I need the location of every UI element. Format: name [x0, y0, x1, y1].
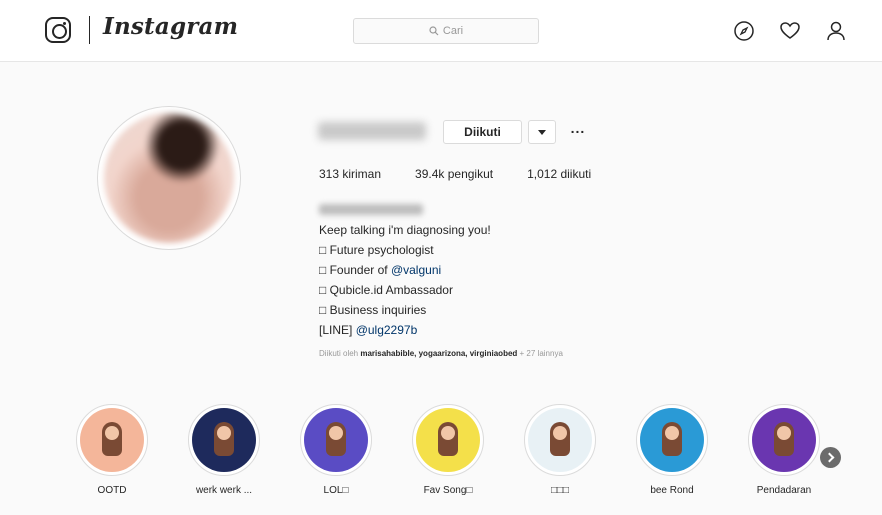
highlight-item[interactable]: Pendadaran — [734, 404, 834, 496]
user-icon[interactable] — [825, 20, 847, 42]
highlight-cover — [640, 408, 704, 472]
stat-posts: 313 kiriman — [319, 167, 382, 181]
avatar-photo — [104, 113, 234, 243]
followed-by[interactable]: Diikuti oleh marisahabible, yogaarizona,… — [319, 349, 563, 358]
heart-icon[interactable] — [779, 20, 801, 42]
bio-line-prefix: [LINE] — [319, 323, 356, 337]
bio-line: Keep talking i'm diagnosing you! — [319, 223, 491, 237]
highlight-item[interactable]: OOTD — [62, 404, 162, 496]
highlight-item[interactable]: werk werk ... — [174, 404, 274, 496]
top-nav-bar: Instagram Cari — [0, 0, 882, 62]
bio-mention-link[interactable]: @valguni — [391, 263, 441, 277]
search-icon — [429, 26, 439, 36]
highlight-label: bee Rond — [650, 485, 694, 496]
logo-divider — [89, 16, 90, 44]
highlight-label: werk werk ... — [195, 485, 253, 496]
highlight-item[interactable]: Fav Song□ — [398, 404, 498, 496]
highlight-ring — [76, 404, 148, 476]
highlight-ring — [300, 404, 372, 476]
full-name-blurred — [319, 204, 423, 215]
bio-line: [LINE] @ulg2297b — [319, 320, 491, 340]
highlight-ring — [524, 404, 596, 476]
stat-followers[interactable]: 39.4k pengikut — [415, 167, 493, 181]
next-arrow-icon[interactable] — [820, 447, 841, 468]
instagram-wordmark[interactable]: Instagram — [103, 13, 238, 40]
bio-line: □ Future psychologist — [319, 243, 434, 257]
highlight-cover — [752, 408, 816, 472]
followed-by-suffix: + 27 lainnya — [517, 349, 563, 358]
bio-line: □ Founder of @valguni — [319, 260, 491, 280]
highlight-label: Pendadaran — [756, 485, 812, 496]
caret-down-icon — [538, 129, 546, 135]
compass-icon[interactable] — [733, 20, 755, 42]
highlight-cover — [304, 408, 368, 472]
bio-line-link[interactable]: @ulg2297b — [356, 323, 418, 337]
instagram-glyph-icon[interactable] — [45, 17, 71, 43]
highlight-ring — [748, 404, 820, 476]
profile-stats: 313 kiriman 39.4k pengikut 1,012 diikuti — [319, 167, 625, 181]
highlight-item[interactable]: LOL□ — [286, 404, 386, 496]
following-button[interactable]: Diikuti — [443, 120, 522, 144]
highlight-cover — [416, 408, 480, 472]
story-highlights: OOTD werk werk ... LOL□ Fav Song□ □□□ be… — [62, 404, 862, 504]
followed-by-names: marisahabible, yogaarizona, virginiaobed — [360, 349, 518, 358]
stat-following[interactable]: 1,012 diikuti — [527, 167, 591, 181]
highlight-cover — [192, 408, 256, 472]
profile-avatar[interactable] — [97, 106, 241, 250]
highlight-cover — [528, 408, 592, 472]
bio: Keep talking i'm diagnosing you! □ Futur… — [319, 220, 491, 340]
followed-by-prefix: Diikuti oleh — [319, 349, 361, 358]
highlight-item[interactable]: □□□ — [510, 404, 610, 496]
highlight-label: OOTD — [97, 485, 127, 496]
highlight-ring — [636, 404, 708, 476]
suggestions-dropdown-button[interactable] — [528, 120, 556, 144]
more-options-icon[interactable]: ... — [568, 121, 588, 138]
highlight-label: LOL□ — [323, 485, 349, 496]
username-blurred — [318, 122, 426, 140]
bio-line: □ Qubicle.id Ambassador — [319, 283, 453, 297]
search-placeholder: Cari — [442, 25, 464, 37]
bio-line-prefix: □ Founder of — [319, 263, 391, 277]
search-input[interactable]: Cari — [353, 18, 539, 44]
highlight-label: Fav Song□ — [423, 485, 473, 496]
highlight-ring — [412, 404, 484, 476]
bio-line: □ Business inquiries — [319, 303, 427, 317]
highlight-label: □□□ — [550, 485, 570, 496]
highlight-ring — [188, 404, 260, 476]
highlight-cover — [80, 408, 144, 472]
highlight-item[interactable]: bee Rond — [622, 404, 722, 496]
